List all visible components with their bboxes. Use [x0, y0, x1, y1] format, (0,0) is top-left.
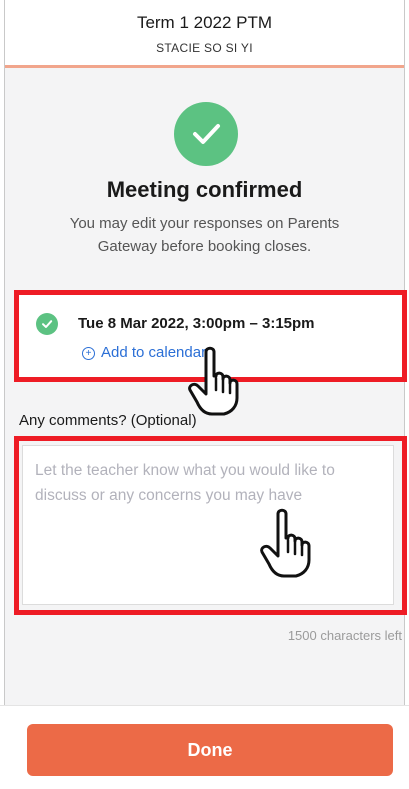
student-name: STACIE SO SI YI [156, 41, 253, 55]
success-check-icon [174, 102, 238, 166]
add-to-calendar-label: Add to calendar [101, 344, 207, 361]
comments-input[interactable] [23, 446, 393, 604]
done-button[interactable]: Done [27, 724, 393, 776]
slot-time: Tue 8 Mar 2022, 3:00pm – 3:15pm [78, 315, 315, 332]
page-title: Term 1 2022 PTM [136, 13, 273, 32]
comments-label: Any comments? (Optional) [19, 412, 197, 429]
comments-box [22, 445, 394, 605]
header: Term 1 2022 PTM STACIE SO SI YI [5, 0, 404, 68]
slot-check-icon [36, 313, 58, 335]
add-circle-icon: + [82, 347, 95, 360]
characters-left: 1500 characters left [287, 628, 402, 643]
booked-slot-card: Tue 8 Mar 2022, 3:00pm – 3:15pm + Add to … [16, 291, 404, 381]
confirmation-title: Meeting confirmed [106, 177, 303, 202]
add-to-calendar-link[interactable]: + Add to calendar [82, 344, 206, 361]
confirmation-message: You may edit your responses on Parents G… [69, 215, 340, 255]
